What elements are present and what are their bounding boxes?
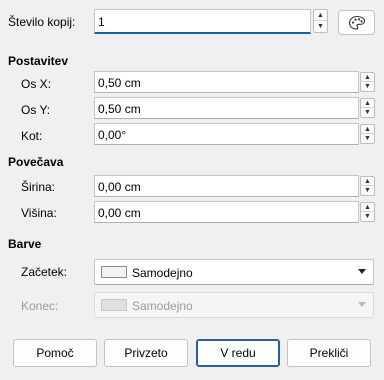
increment-icon[interactable]: ▲	[361, 99, 374, 108]
increment-icon[interactable]: ▲	[361, 177, 374, 186]
y-axis-value: 0,50 cm	[98, 102, 141, 116]
reset-button[interactable]: Privzeto	[104, 339, 188, 367]
end-color-value: Samodejno	[132, 299, 193, 313]
x-axis-stepper[interactable]: ▲ ▼	[360, 72, 375, 92]
start-color-label: Začetek:	[21, 265, 68, 279]
width-value: 0,00 cm	[98, 180, 141, 194]
end-color-swatch	[101, 299, 127, 311]
decrement-icon[interactable]: ▼	[314, 21, 327, 32]
copies-label: Število kopij:	[8, 15, 76, 29]
copies-input[interactable]: 1	[94, 9, 311, 34]
decrement-icon[interactable]: ▼	[361, 108, 374, 117]
x-axis-field[interactable]: 0,50 cm	[94, 71, 359, 93]
height-label: Višina:	[21, 206, 57, 220]
increment-icon[interactable]: ▲	[361, 73, 374, 82]
angle-stepper[interactable]: ▲ ▼	[360, 124, 375, 144]
end-color-dropdown[interactable]: Samodejno	[94, 292, 374, 318]
start-color-swatch	[101, 266, 127, 278]
x-axis-value: 0,50 cm	[98, 76, 141, 90]
copies-stepper[interactable]: ▲ ▼	[313, 9, 328, 33]
end-color-label: Konec:	[21, 299, 59, 313]
copies-value: 1	[98, 15, 105, 29]
increment-icon[interactable]: ▲	[361, 125, 374, 134]
chevron-down-icon	[358, 302, 366, 307]
width-label: Širina:	[21, 180, 56, 194]
ok-button[interactable]: V redu	[196, 339, 280, 367]
y-axis-label: Os Y:	[21, 103, 51, 117]
width-field[interactable]: 0,00 cm	[94, 175, 359, 197]
y-axis-stepper[interactable]: ▲ ▼	[360, 98, 375, 118]
angle-label: Kot:	[21, 129, 43, 143]
increment-icon[interactable]: ▲	[361, 203, 374, 212]
decrement-icon[interactable]: ▼	[361, 186, 374, 195]
height-field[interactable]: 0,00 cm	[94, 201, 359, 223]
enlargement-heading: Povečava	[8, 155, 64, 169]
start-color-dropdown[interactable]: Samodejno	[94, 259, 374, 285]
placement-heading: Postavitev	[8, 54, 69, 68]
help-button[interactable]: Pomoč	[13, 339, 97, 367]
width-stepper[interactable]: ▲ ▼	[360, 176, 375, 196]
decrement-icon[interactable]: ▼	[361, 134, 374, 143]
angle-value: 0,00°	[98, 128, 127, 142]
chevron-down-icon	[358, 269, 366, 274]
palette-icon	[348, 15, 365, 30]
cancel-button[interactable]: Prekliči	[287, 339, 371, 367]
y-axis-field[interactable]: 0,50 cm	[94, 97, 359, 119]
height-value: 0,00 cm	[98, 206, 141, 220]
colors-heading: Barve	[8, 237, 42, 251]
x-axis-label: Os X:	[21, 77, 52, 91]
color-palette-button[interactable]	[338, 10, 375, 35]
start-color-value: Samodejno	[132, 266, 193, 280]
height-stepper[interactable]: ▲ ▼	[360, 202, 375, 222]
decrement-icon[interactable]: ▼	[361, 212, 374, 221]
angle-field[interactable]: 0,00°	[94, 123, 359, 145]
increment-icon[interactable]: ▲	[314, 10, 327, 21]
decrement-icon[interactable]: ▼	[361, 82, 374, 91]
